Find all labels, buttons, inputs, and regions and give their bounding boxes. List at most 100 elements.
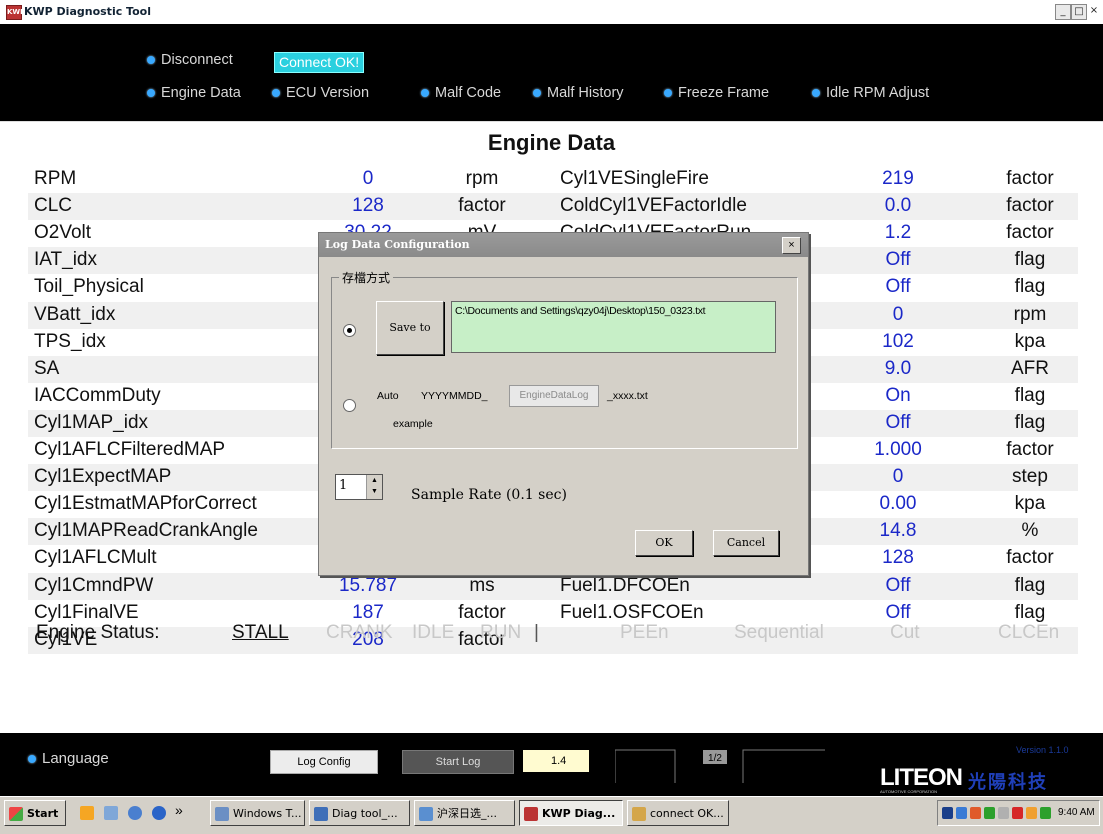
ok-button[interactable]: OK	[635, 530, 693, 556]
ie-icon[interactable]	[152, 806, 166, 820]
nav-label: Freeze Frame	[678, 85, 770, 101]
file-name-field[interactable]: EngineDataLog	[509, 385, 599, 407]
task-label: Windows T...	[233, 807, 302, 820]
quicklaunch-icon[interactable]	[128, 806, 142, 820]
tray-icon[interactable]	[1026, 807, 1037, 819]
quicklaunch-icon[interactable]	[104, 806, 118, 820]
param-unit: factor	[1006, 222, 1054, 244]
sample-rate-value: 1	[339, 478, 348, 493]
signal-icon[interactable]	[1040, 807, 1051, 819]
dialog-close-button[interactable]: ×	[782, 237, 801, 254]
version-label: Version 1.1.0	[1016, 745, 1069, 755]
nav-freeze-frame[interactable]: Freeze Frame	[664, 85, 769, 101]
param-unit: step	[1012, 466, 1048, 488]
param-name: Cyl1EstmatMAPforCorrect	[34, 493, 257, 515]
tray-icon[interactable]	[984, 807, 995, 819]
bullet-icon	[664, 89, 672, 97]
task-kwp-diag[interactable]: KWP Diag...	[519, 800, 623, 826]
brand-chinese: 光陽科技	[968, 772, 1048, 793]
ime-icon[interactable]	[942, 807, 953, 819]
app-icon	[215, 807, 229, 821]
tray-icon[interactable]	[970, 807, 981, 819]
nav-malf-history[interactable]: Malf History	[533, 85, 624, 101]
param-value: 128	[882, 547, 914, 569]
task-diag-tool[interactable]: Diag tool_...	[309, 800, 410, 826]
param-name: RPM	[34, 168, 77, 189]
param-name: IAT_idx	[34, 249, 98, 271]
table-row: RPM 0 rpm Cyl1VESingleFire 219 factor	[28, 166, 1078, 193]
nav-engine-data[interactable]: Engine Data	[147, 85, 241, 101]
language-button[interactable]: Language	[28, 750, 109, 767]
status-cut: Cut	[890, 622, 920, 643]
app-icon	[419, 807, 433, 821]
nav-label: ECU Version	[286, 85, 370, 101]
param-unit: flag	[1014, 411, 1046, 433]
cancel-button[interactable]: Cancel	[713, 530, 779, 556]
save-path-field[interactable]: C:\Documents and Settings\qzy04j\Desktop…	[451, 301, 776, 353]
task-connect-ok[interactable]: connect OK...	[627, 800, 729, 826]
sample-rate-spinner[interactable]: 1 ▲ ▼	[335, 474, 383, 500]
start-label: Start	[27, 807, 59, 820]
network-icon[interactable]	[956, 807, 967, 819]
window-title: KWP Diagnostic Tool	[24, 5, 151, 18]
param-value: Off	[885, 276, 911, 298]
param-value: 102	[882, 330, 914, 352]
status-run: RUN	[480, 622, 522, 643]
param-name: Cyl1CmndPW	[34, 574, 154, 596]
start-button[interactable]: Start	[4, 800, 66, 826]
auto-radio[interactable]	[343, 399, 356, 412]
bullet-icon	[147, 56, 155, 64]
bullet-icon	[533, 89, 541, 97]
param-unit: kpa	[1014, 493, 1046, 515]
table-row: Cyl1CmndPW 15.787 ms Fuel1.DFCOEn Off flag	[28, 572, 1078, 600]
param-unit: AFR	[1011, 357, 1049, 379]
log-config-button[interactable]: Log Config	[270, 750, 378, 774]
task-chinese[interactable]: 沪深日选_...	[414, 800, 515, 826]
engine-status-label: Engine Status:	[36, 622, 160, 643]
param-value: On	[885, 384, 911, 406]
disconnect-button[interactable]: Disconnect	[147, 52, 233, 68]
param-unit: flag	[1014, 276, 1046, 298]
close-button[interactable]: ×	[1087, 4, 1101, 18]
status-clcen: CLCEn	[998, 622, 1060, 643]
clock: 9:40 AM	[1058, 807, 1095, 818]
nav-ecu-version[interactable]: ECU Version	[272, 85, 369, 101]
param-value: 128	[352, 195, 384, 217]
page-number: 1/2	[708, 753, 722, 764]
dialog-title: Log Data Configuration	[325, 238, 470, 251]
param-value: 0.00	[879, 493, 917, 515]
quicklaunch-icon[interactable]	[80, 806, 94, 820]
quicklaunch-more-icon[interactable]: »	[175, 802, 183, 818]
param-value: 1.2	[884, 222, 912, 244]
tray-icon[interactable]	[998, 807, 1009, 819]
param-name: Cyl1ExpectMAP	[34, 466, 172, 488]
save-to-button[interactable]: Save to	[376, 301, 444, 355]
minimize-button[interactable]: _	[1055, 4, 1071, 20]
param-unit: %	[1021, 520, 1039, 542]
maximize-button[interactable]: □	[1071, 4, 1087, 20]
spinner-arrows-icon[interactable]: ▲ ▼	[366, 475, 382, 499]
param-unit: factor	[1006, 168, 1054, 189]
nav-malf-code[interactable]: Malf Code	[421, 85, 501, 101]
param-name: Fuel1.DFCOEn	[560, 574, 690, 596]
app-icon: KWP	[6, 5, 25, 20]
param-value: 0	[892, 303, 904, 325]
task-windows[interactable]: Windows T...	[210, 800, 305, 826]
start-log-button[interactable]: Start Log	[402, 750, 514, 774]
status-stall: STALL	[232, 622, 289, 643]
param-name: Toil_Physical	[34, 276, 144, 298]
paint-icon	[632, 807, 646, 821]
param-unit: rpm	[465, 168, 499, 189]
param-name: Cyl1VESingleFire	[560, 168, 709, 189]
save-to-radio[interactable]	[343, 324, 356, 337]
tray-icon[interactable]	[1012, 807, 1023, 819]
param-name: Cyl1MAP_idx	[34, 411, 149, 433]
save-method-group-label: 存檔方式	[339, 269, 394, 286]
status-peen: PEEn	[620, 622, 669, 643]
status-idle: IDLE	[412, 622, 455, 643]
table-row: CLC 128 factor ColdCyl1VEFactorIdle 0.0 facto…	[28, 193, 1078, 221]
param-value: Off	[885, 249, 911, 271]
word-icon	[314, 807, 328, 821]
nav-idle-rpm-adjust[interactable]: Idle RPM Adjust	[812, 85, 929, 101]
dialog-title-bar: Log Data Configuration ×	[319, 233, 808, 257]
